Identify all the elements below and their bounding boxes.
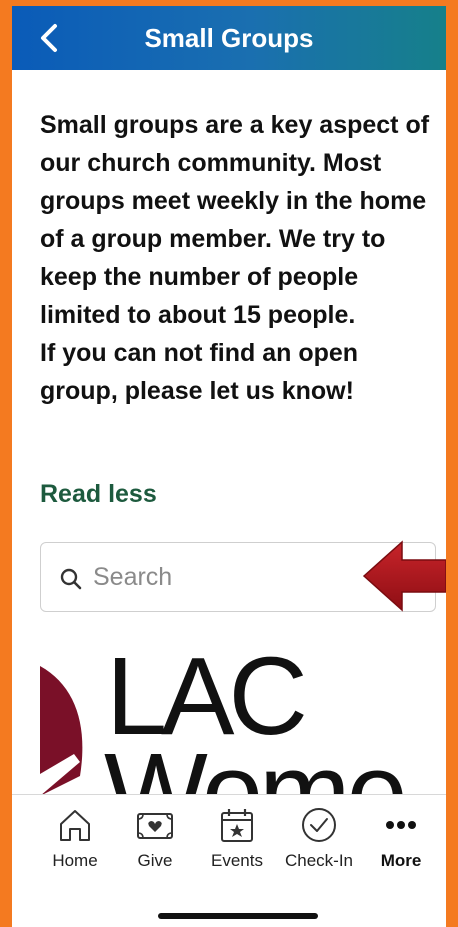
give-icon — [137, 813, 173, 839]
tab-events[interactable]: Events — [194, 805, 280, 877]
chevron-left-icon — [41, 24, 57, 52]
more-icon — [386, 821, 416, 829]
nav-header: Small Groups — [12, 6, 446, 70]
bottom-tab-bar: Home Give Events Check-In More — [12, 794, 446, 927]
frame-border — [444, 0, 458, 927]
group-logo-image: LAC Wome — [40, 646, 446, 796]
tab-more-label: More — [380, 851, 422, 870]
events-icon — [221, 809, 253, 842]
logo-accent-shape — [40, 666, 83, 796]
intro-paragraph-1: Small groups are a key aspect of our chu… — [40, 111, 430, 329]
read-less-link[interactable]: Read less — [40, 480, 157, 509]
tab-home-label: Home — [52, 851, 98, 870]
tab-check-in-label: Check-In — [284, 851, 354, 870]
tab-events-label: Events — [211, 851, 263, 870]
intro-text: Small groups are a key aspect of our chu… — [40, 106, 440, 410]
page-title: Small Groups — [144, 22, 314, 53]
tab-give-label: Give — [137, 851, 173, 870]
home-icon — [60, 810, 90, 841]
tab-check-in[interactable]: Check-In — [276, 805, 362, 877]
tab-more[interactable]: More — [358, 805, 444, 877]
logo-text-line-2: Wome — [104, 731, 408, 797]
back-button[interactable] — [34, 20, 64, 56]
intro-paragraph-2: If you can not find an open group, pleas… — [40, 339, 359, 405]
tab-home[interactable]: Home — [32, 805, 118, 877]
tab-give[interactable]: Give — [112, 805, 198, 877]
red-arrow-annotation-icon — [362, 540, 446, 612]
app-screen: Small Groups Small groups are a key aspe… — [12, 6, 446, 927]
home-indicator[interactable] — [158, 913, 318, 919]
search-icon — [60, 568, 82, 590]
check-in-icon — [302, 808, 336, 842]
search-input[interactable] — [93, 557, 373, 597]
